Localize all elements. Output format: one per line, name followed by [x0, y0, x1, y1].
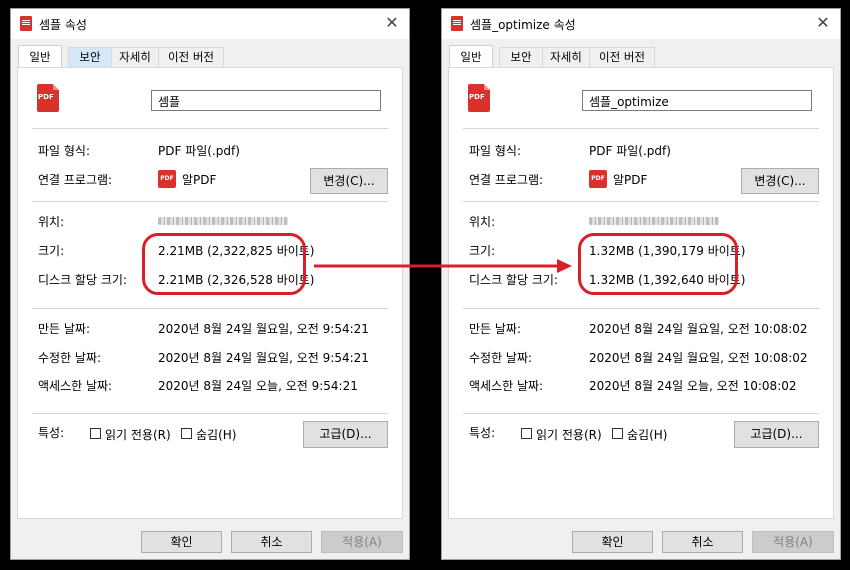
tab-general[interactable]: 일반 — [449, 45, 493, 67]
comparison-arrow-icon — [314, 259, 572, 273]
tab-general[interactable]: 일반 — [18, 45, 62, 67]
